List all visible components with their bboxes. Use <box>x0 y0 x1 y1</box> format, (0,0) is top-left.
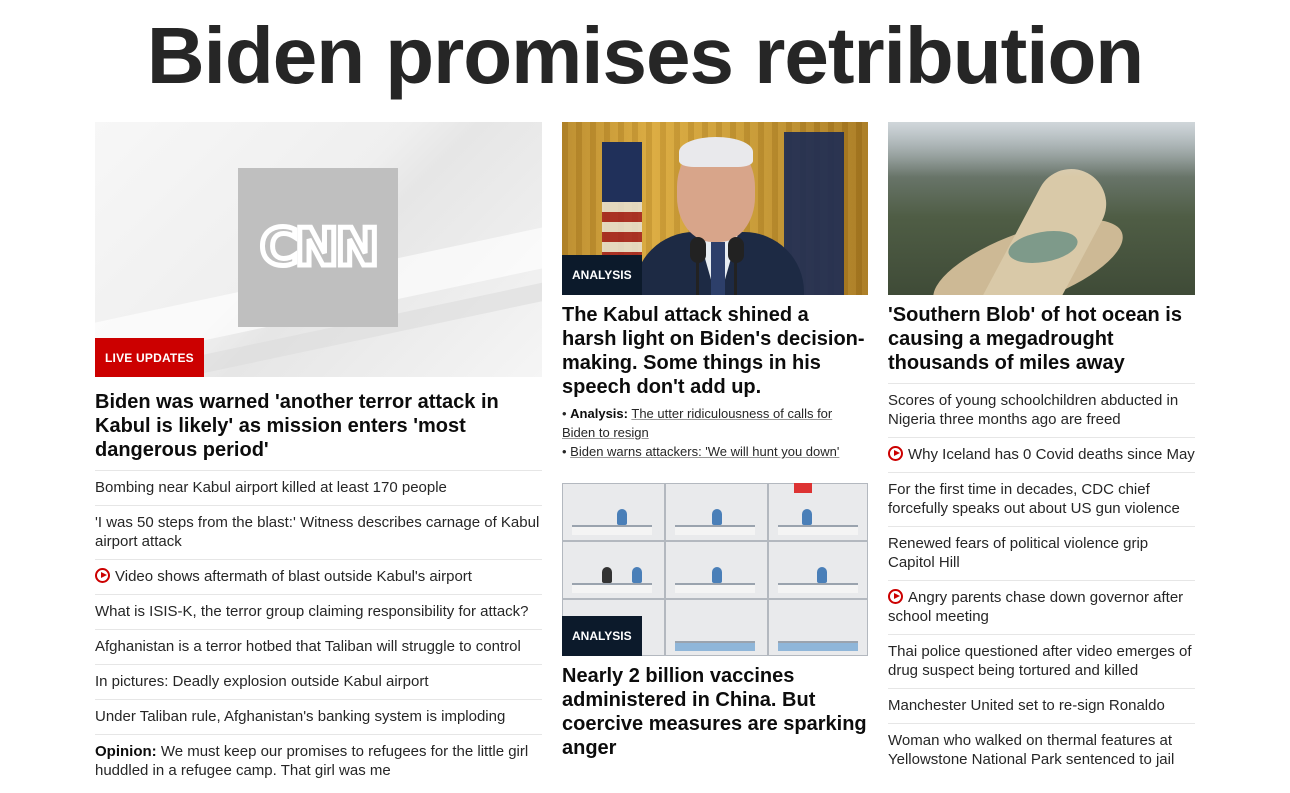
list-item[interactable]: Video shows aftermath of blast outside K… <box>95 559 542 594</box>
column-right: 'Southern Blob' of hot ocean is causing … <box>888 122 1195 777</box>
person-graphic <box>632 567 642 583</box>
list-item-text: Angry parents chase down governor after … <box>888 589 1184 625</box>
list-item-text: Why Iceland has 0 Covid deaths since May <box>908 446 1195 463</box>
list-item-text: Scores of young schoolchildren abducted … <box>888 392 1179 428</box>
list-item[interactable]: What is ISIS-K, the terror group claimin… <box>95 594 542 629</box>
desk-graphic <box>675 525 755 535</box>
list-item[interactable]: Woman who walked on thermal features at … <box>888 723 1195 777</box>
list-item[interactable]: Bombing near Kabul airport killed at lea… <box>95 470 542 505</box>
opinion-label: Opinion: <box>95 743 157 760</box>
lead-story-title[interactable]: Biden was warned 'another terror attack … <box>95 390 542 462</box>
story-title-kabul-analysis[interactable]: The Kabul attack shined a harsh light on… <box>562 303 868 399</box>
fog-graphic <box>888 122 1195 177</box>
list-item-text: For the first time in decades, CDC chief… <box>888 481 1180 517</box>
list-item-text: Afghanistan is a terror hotbed that Tali… <box>95 638 521 655</box>
cnn-logo-text: CNN <box>257 215 381 280</box>
column-left: CNN LIVE UPDATES Biden was warned 'anoth… <box>95 122 542 788</box>
list-item[interactable]: In pictures: Deadly explosion outside Ka… <box>95 664 542 699</box>
list-item-text: We must keep our promises to refugees fo… <box>95 743 529 779</box>
drought-aerial-photo[interactable] <box>888 122 1195 295</box>
related-links-list: Bombing near Kabul airport killed at lea… <box>95 470 542 788</box>
sub-link-text: Biden warns attackers: 'We will hunt you… <box>570 444 840 459</box>
list-item-text: What is ISIS-K, the terror group claimin… <box>95 603 529 620</box>
person-graphic <box>712 509 722 525</box>
microphone-stem <box>734 258 737 295</box>
microphone-stem <box>696 258 699 295</box>
page-headline[interactable]: Biden promises retribution <box>0 12 1290 100</box>
list-item-text: Video shows aftermath of blast outside K… <box>115 568 472 585</box>
story-title-southern-blob[interactable]: 'Southern Blob' of hot ocean is causing … <box>888 303 1195 375</box>
person-graphic <box>802 509 812 525</box>
list-item[interactable]: Under Taliban rule, Afghanistan's bankin… <box>95 699 542 734</box>
person-graphic <box>712 567 722 583</box>
list-item-text: 'I was 50 steps from the blast:' Witness… <box>95 514 540 550</box>
list-item[interactable]: For the first time in decades, CDC chief… <box>888 472 1195 526</box>
list-item[interactable]: Afghanistan is a terror hotbed that Tali… <box>95 629 542 664</box>
sub-links: • Analysis: The utter ridiculousness of … <box>562 404 868 461</box>
headlines-list: Scores of young schoolchildren abducted … <box>888 383 1195 777</box>
list-item-text: Renewed fears of political violence grip… <box>888 535 1149 571</box>
list-item-text: Thai police questioned after video emerg… <box>888 643 1192 679</box>
list-item[interactable]: Opinion: We must keep our promises to re… <box>95 734 542 788</box>
desk-graphic <box>778 525 858 535</box>
desk-graphic <box>675 641 755 651</box>
desk-graphic <box>675 583 755 593</box>
person-graphic <box>602 567 612 583</box>
person-graphic <box>617 509 627 525</box>
list-item[interactable]: Scores of young schoolchildren abducted … <box>888 383 1195 437</box>
list-item-text: In pictures: Deadly explosion outside Ka… <box>95 673 429 690</box>
list-item[interactable]: Angry parents chase down governor after … <box>888 580 1195 634</box>
analysis-badge: ANALYSIS <box>562 255 642 295</box>
desk-graphic <box>572 525 652 535</box>
biden-photo[interactable]: ANALYSIS <box>562 122 868 295</box>
tie-graphic <box>711 242 725 295</box>
analysis-label: Analysis: <box>570 406 628 421</box>
vaccine-center-photo[interactable]: ANALYSIS <box>562 483 868 656</box>
story-title-china-vaccines[interactable]: Nearly 2 billion vaccines administered i… <box>562 664 868 760</box>
list-item[interactable]: Manchester United set to re-sign Ronaldo <box>888 688 1195 723</box>
desk-graphic <box>778 583 858 593</box>
live-updates-badge: LIVE UPDATES <box>95 338 204 377</box>
sub-link-resign[interactable]: • Analysis: The utter ridiculousness of … <box>562 404 868 442</box>
column-middle: ANALYSIS The Kabul attack shined a harsh… <box>562 122 868 760</box>
video-play-icon <box>888 446 903 461</box>
desk-graphic <box>778 641 858 651</box>
list-item-text: Manchester United set to re-sign Ronaldo <box>888 697 1165 714</box>
sub-link-hunt[interactable]: • Biden warns attackers: 'We will hunt y… <box>562 442 868 461</box>
list-item-text: Under Taliban rule, Afghanistan's bankin… <box>95 708 506 725</box>
list-item-text: Woman who walked on thermal features at … <box>888 732 1175 768</box>
us-flag-canton <box>602 142 642 202</box>
analysis-badge: ANALYSIS <box>562 616 642 656</box>
list-item[interactable]: Why Iceland has 0 Covid deaths since May <box>888 437 1195 472</box>
cnn-logo: CNN <box>238 168 398 327</box>
video-play-icon <box>95 568 110 583</box>
list-item-text: Bombing near Kabul airport killed at lea… <box>95 479 447 496</box>
hero-image-cnn-placeholder[interactable]: CNN LIVE UPDATES <box>95 122 542 377</box>
person-graphic <box>817 567 827 583</box>
list-item[interactable]: Renewed fears of political violence grip… <box>888 526 1195 580</box>
hair-graphic <box>679 137 753 167</box>
list-item[interactable]: 'I was 50 steps from the blast:' Witness… <box>95 505 542 559</box>
list-item[interactable]: Thai police questioned after video emerg… <box>888 634 1195 688</box>
video-play-icon <box>888 589 903 604</box>
desk-graphic <box>572 583 652 593</box>
red-sign-graphic <box>794 483 812 493</box>
